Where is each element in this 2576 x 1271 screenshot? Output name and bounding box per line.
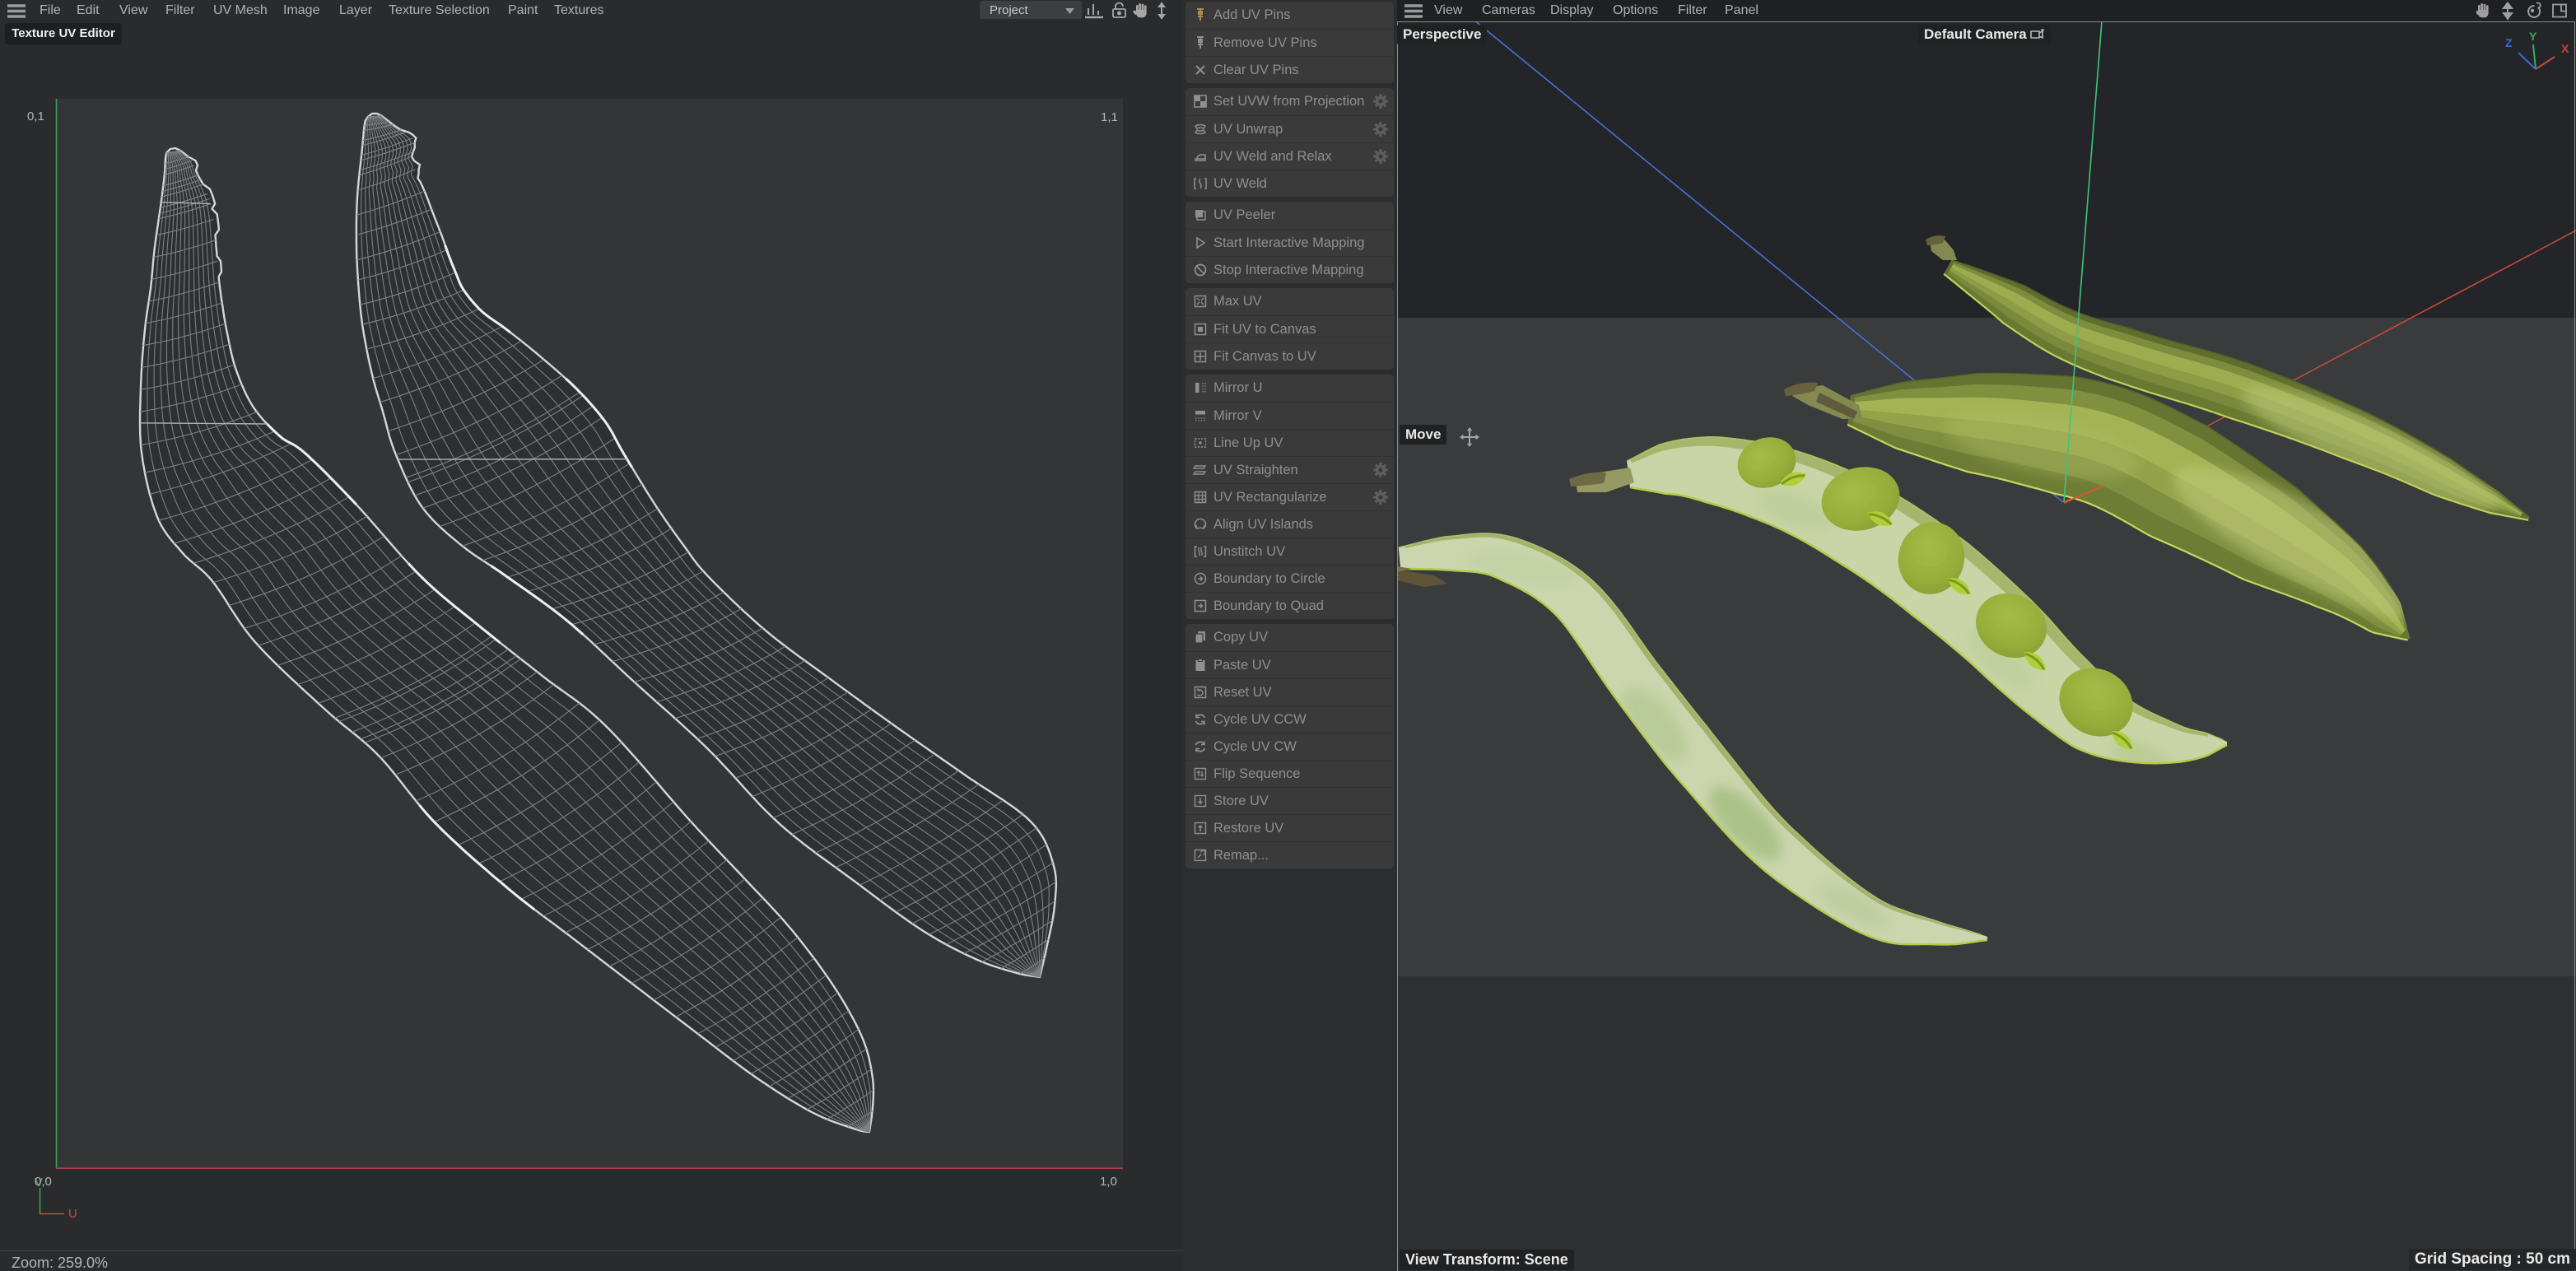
svg-text:X: X (2561, 42, 2569, 55)
svg-text:0,0: 0,0 (35, 1175, 52, 1189)
svg-text:Y: Y (2529, 30, 2537, 43)
svg-text:U: U (68, 1207, 77, 1221)
svg-text:1,1: 1,1 (1101, 110, 1118, 124)
svg-text:1,0: 1,0 (1100, 1175, 1117, 1189)
svg-text:Z: Z (2505, 36, 2513, 49)
svg-text:Zoom: 259.0%: Zoom: 259.0% (12, 1255, 108, 1271)
svg-text:0,1: 0,1 (27, 109, 44, 123)
